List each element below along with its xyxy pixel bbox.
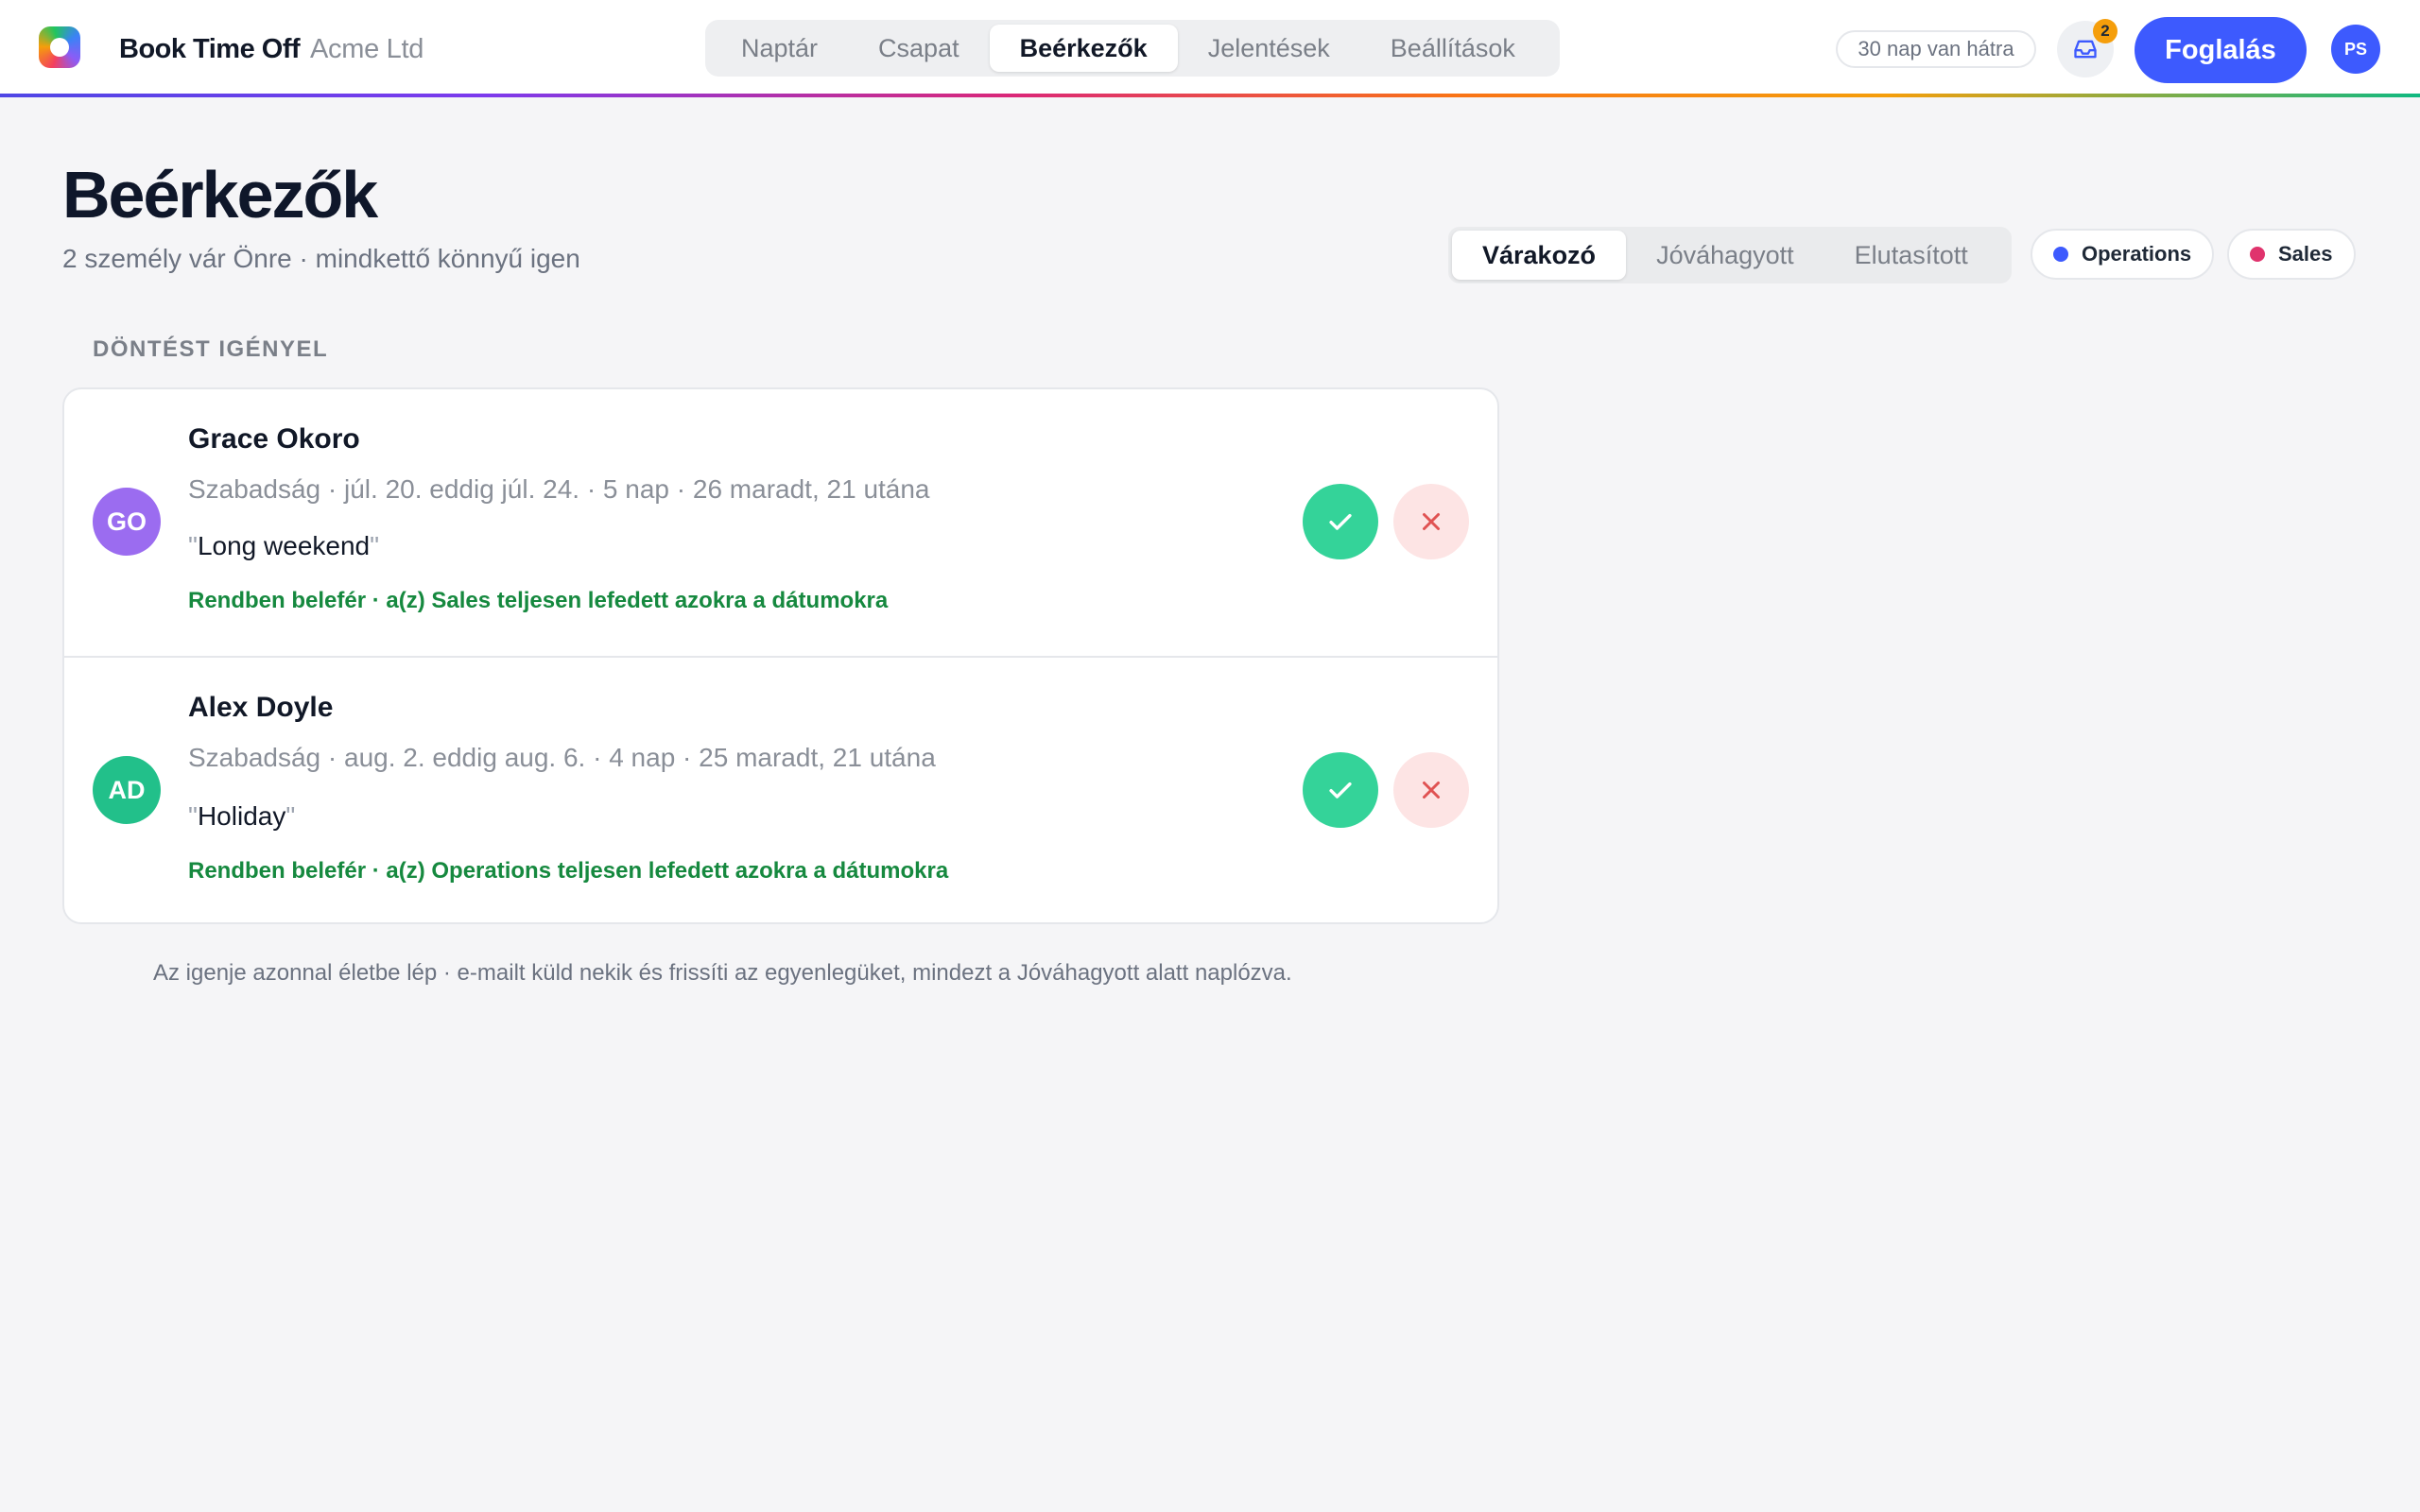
status-tab-pending[interactable]: Várakozó bbox=[1452, 231, 1627, 280]
tab-calendar[interactable]: Naptár bbox=[711, 25, 848, 72]
requester-avatar: AD bbox=[93, 756, 161, 824]
coverage-status: Rendben belefér · a(z) Sales teljesen le… bbox=[188, 588, 889, 613]
coverage-status: Rendben belefér · a(z) Operations teljes… bbox=[188, 858, 949, 884]
header-gradient-divider bbox=[0, 94, 2420, 97]
tab-inbox[interactable]: Beérkezők bbox=[989, 25, 1178, 72]
user-avatar[interactable]: PS bbox=[2331, 25, 2380, 74]
days-left-badge: 30 nap van hátra bbox=[1836, 30, 2036, 68]
close-icon bbox=[1423, 513, 1440, 530]
top-bar: Book Time Off Acme Ltd Naptár Csapat Beé… bbox=[0, 0, 2420, 94]
team-filter-label: Sales bbox=[2278, 242, 2333, 266]
inbox-count-badge: 2 bbox=[2093, 19, 2118, 43]
request-details: Szabadság · júl. 20. eddig júl. 24. · 5 … bbox=[188, 474, 930, 504]
reject-button[interactable] bbox=[1393, 484, 1469, 559]
request-note-text: Long weekend bbox=[197, 531, 371, 560]
footer-note: Az igenje azonnal életbe lép · e-mailt k… bbox=[153, 960, 1292, 986]
inbox-tray-icon bbox=[2074, 40, 2097, 59]
section-label: DÖNTÉST IGÉNYEL bbox=[93, 336, 329, 362]
status-tab-approved[interactable]: Jóváhagyott bbox=[1626, 231, 1824, 280]
check-icon bbox=[1329, 782, 1352, 799]
requester-name: Grace Okoro bbox=[188, 423, 360, 455]
requests-card: GO Grace Okoro Szabadság · júl. 20. eddi… bbox=[62, 387, 1499, 924]
team-filter-label: Operations bbox=[2082, 242, 2192, 266]
book-time-off-button[interactable]: Foglalás bbox=[2135, 17, 2307, 83]
request-row: AD Alex Doyle Szabadság · aug. 2. eddig … bbox=[64, 656, 1497, 922]
check-icon bbox=[1329, 513, 1352, 530]
requester-avatar: GO bbox=[93, 488, 161, 556]
tab-reports[interactable]: Jelentések bbox=[1178, 25, 1360, 72]
team-color-dot bbox=[2053, 247, 2068, 262]
tab-settings[interactable]: Beállítások bbox=[1360, 25, 1546, 72]
app-logo-icon bbox=[39, 26, 80, 68]
close-icon bbox=[1423, 782, 1440, 799]
request-note: "Long weekend" bbox=[188, 531, 380, 560]
org-name: Acme Ltd bbox=[310, 34, 424, 64]
approve-button[interactable] bbox=[1303, 484, 1378, 559]
request-row: GO Grace Okoro Szabadság · júl. 20. eddi… bbox=[64, 389, 1497, 656]
request-note: "Holiday" bbox=[188, 801, 296, 831]
team-filter-operations[interactable]: Operations bbox=[2031, 229, 2215, 280]
team-color-dot bbox=[2250, 247, 2265, 262]
main-nav: Naptár Csapat Beérkezők Jelentések Beáll… bbox=[705, 20, 1560, 77]
page-subtitle: 2 személy vár Önre · mindkettő könnyű ig… bbox=[62, 244, 580, 273]
team-filter-sales[interactable]: Sales bbox=[2227, 229, 2356, 280]
request-details: Szabadság · aug. 2. eddig aug. 6. · 4 na… bbox=[188, 743, 936, 772]
requester-name: Alex Doyle bbox=[188, 692, 334, 723]
reject-button[interactable] bbox=[1393, 752, 1469, 828]
status-tab-rejected[interactable]: Elutasított bbox=[1824, 231, 1998, 280]
tab-team[interactable]: Csapat bbox=[848, 25, 990, 72]
request-note-text: Holiday bbox=[197, 801, 286, 831]
approve-button[interactable] bbox=[1303, 752, 1378, 828]
status-filter: Várakozó Jóváhagyott Elutasított bbox=[1448, 227, 2012, 284]
app-name: Book Time Off bbox=[119, 34, 301, 64]
page-title: Beérkezők bbox=[62, 158, 378, 232]
